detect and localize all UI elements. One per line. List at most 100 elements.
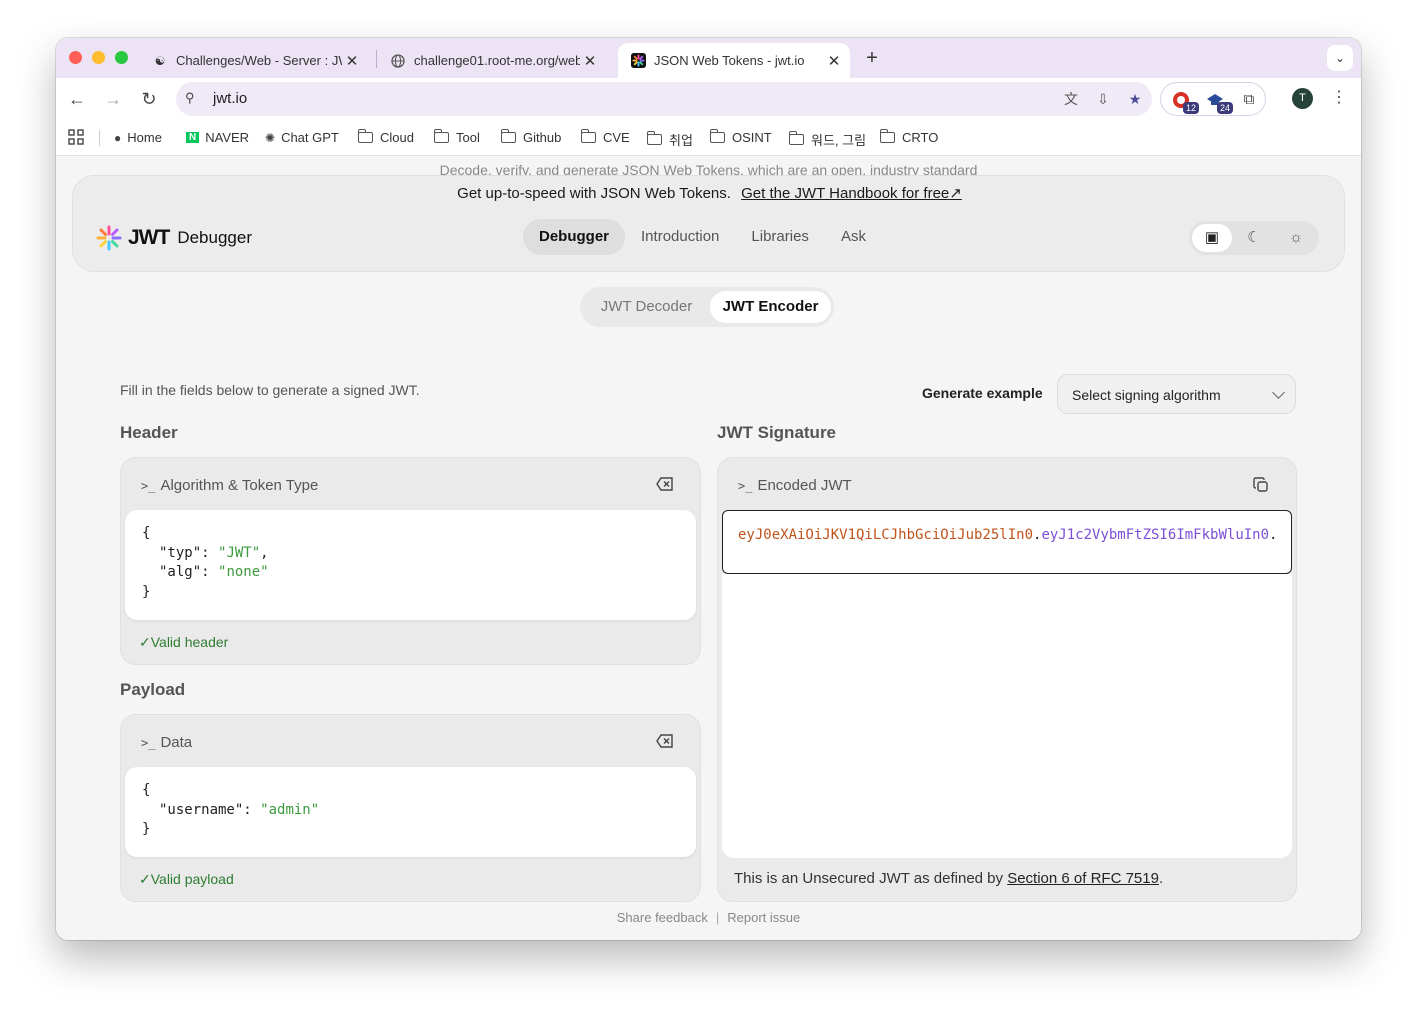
address-bar[interactable]: ⚲ jwt.io 文 ⇩ ★ [176,82,1152,116]
bookmark-star-icon[interactable]: ★ [1126,90,1144,108]
minimize-window-button[interactable] [92,51,105,64]
light-theme-sun-icon[interactable]: ☼ [1276,224,1316,252]
bookmark-cve[interactable]: CVE [580,129,630,145]
json-brace: } [142,821,151,837]
json-comma: , [260,544,269,561]
close-window-button[interactable] [69,51,82,64]
payload-panel-title: >_ Data [141,734,192,751]
tab-bar: ☯ Challenges/Web - Server : JWT ✕ challe… [56,38,1361,78]
json-brace: { [142,525,151,541]
json-line: "typ": "JWT", [159,544,269,561]
new-tab-button[interactable]: + [860,47,884,71]
nav-ask[interactable]: Ask [825,219,882,255]
copy-icon[interactable] [1252,477,1270,495]
folder-icon [500,129,516,143]
rfc-7519-link[interactable]: Section 6 of RFC 7519 [1007,870,1159,887]
header-section-title: Header [120,423,178,442]
bookmarks-divider [99,130,100,146]
nav-debugger[interactable]: Debugger [523,219,626,255]
json-brace: } [142,583,151,600]
browser-toolbar: ← → ↻ ⚲ jwt.io 文 ⇩ ★ 12 24 ⧉ T ⋮ [56,78,1361,120]
json-key: "typ" [159,544,202,561]
extension-red-icon[interactable]: 12 [1171,90,1199,114]
page-content: Decode, verify, and generate JSON Web To… [56,156,1361,940]
bookmark-label: Cloud [380,130,414,145]
bookmark-tool[interactable]: Tool [433,129,480,145]
json-value: "none" [218,564,269,580]
share-feedback-link[interactable]: Share feedback [617,910,708,925]
encoded-output-area [722,573,1292,858]
unsecured-note-text: This is an Unsecured JWT as defined by [734,870,1004,887]
bookmark-osint[interactable]: OSINT [709,129,772,145]
tab-divider [376,50,377,68]
github-favicon-icon: ● [114,130,122,145]
extensions-group: 12 24 ⧉ [1160,82,1266,116]
extension-hat-icon[interactable]: 24 [1205,90,1233,114]
nav-introduction[interactable]: Introduction [625,219,735,255]
tab-jwt-decoder[interactable]: JWT Decoder [586,291,707,323]
header-json-editor[interactable]: { "typ": "JWT", "alg": "none" } [125,510,696,620]
close-tab-icon[interactable]: ✕ [824,52,844,70]
tab-jwt-encoder[interactable]: JWT Encoder [710,291,831,323]
jwt-logo[interactable]: JWT Debugger [96,225,252,251]
bookmark-cloud[interactable]: Cloud [357,129,414,145]
payload-json-editor[interactable]: { "username": "admin" } [125,767,696,857]
url-text[interactable]: jwt.io [213,90,247,107]
payload-panel-label: Data [160,734,193,751]
tab-challenge01[interactable]: challenge01.root-me.org/web-se ✕ [378,43,606,78]
header-panel-title: >_ Algorithm & Token Type [141,477,318,494]
clear-backspace-icon[interactable] [656,477,674,495]
checkmark-icon: ✓ [139,871,151,887]
nav-libraries[interactable]: Libraries [735,219,825,255]
back-arrow-icon[interactable]: ← [65,87,89,111]
reload-icon[interactable]: ↻ [137,87,161,111]
puzzle-extensions-icon[interactable]: ⧉ [1239,90,1259,110]
bookmark-jobs[interactable]: 취업 [646,130,693,149]
bookmark-label: Home [127,130,162,145]
install-app-icon[interactable]: ⇩ [1094,90,1112,108]
json-value: "JWT" [218,544,261,561]
encoded-panel-title: >_ Encoded JWT [738,477,852,494]
encoded-jwt-output[interactable]: eyJ0eXAiOiJKV1QiLCJhbGciOiJub25lIn0.eyJ1… [722,510,1292,574]
report-issue-link[interactable]: Report issue [727,910,800,925]
bookmark-home[interactable]: ● Home [114,130,162,145]
algorithm-select-value: Select signing algorithm [1072,387,1221,403]
encoded-panel-label: Encoded JWT [757,477,852,494]
browser-window: ☯ Challenges/Web - Server : JWT ✕ challe… [56,38,1361,940]
token-dot: . [1269,527,1278,543]
translate-icon[interactable]: 文 [1062,90,1080,108]
tab-jwt-io[interactable]: JSON Web Tokens - jwt.io ✕ [618,43,850,78]
json-line: "alg": "none" [159,564,269,580]
bookmark-label: Github [523,130,562,145]
bookmark-crto[interactable]: CRTO [879,129,938,145]
algorithm-select[interactable]: Select signing algorithm [1057,374,1296,414]
promo-banner: Get up-to-speed with JSON Web Tokens. Ge… [73,184,1346,202]
dark-theme-moon-icon[interactable]: ☾ [1234,224,1274,252]
clear-backspace-icon[interactable] [656,734,674,752]
tab-title: JSON Web Tokens - jwt.io [654,53,805,68]
footer-separator: | [715,910,720,925]
bookmark-label: 취업 [669,133,693,148]
folder-icon [646,131,662,145]
external-link-arrow-icon: ↗ [949,185,962,202]
handbook-link[interactable]: Get the JWT Handbook for free↗ [741,185,962,202]
forward-arrow-icon[interactable]: → [101,87,125,111]
bookmark-word-draw[interactable]: 워드, 그림 [788,130,866,149]
bookmark-chatgpt[interactable]: ✺ Chat GPT [265,130,339,145]
bookmark-github[interactable]: Github [500,129,562,145]
folder-icon [580,129,596,143]
system-theme-icon[interactable]: ▣ [1192,224,1232,252]
browser-menu-icon[interactable]: ⋮ [1331,88,1347,110]
tab-challenges[interactable]: ☯ Challenges/Web - Server : JWT ✕ [140,43,368,78]
close-tab-icon[interactable]: ✕ [342,52,362,70]
bookmarks-bar: ● Home N NAVER ✺ Chat GPT Cloud Tool Github… [56,120,1361,156]
globe-icon [390,53,406,69]
folder-icon [879,129,895,143]
profile-avatar[interactable]: T [1292,88,1313,109]
site-info-icon[interactable]: ⚲ [185,90,195,106]
maximize-window-button[interactable] [115,51,128,64]
close-tab-icon[interactable]: ✕ [580,52,600,70]
apps-grid-icon[interactable] [68,129,84,145]
tab-search-chevron-icon[interactable]: ⌄ [1327,45,1353,71]
bookmark-naver[interactable]: N NAVER [186,130,249,145]
